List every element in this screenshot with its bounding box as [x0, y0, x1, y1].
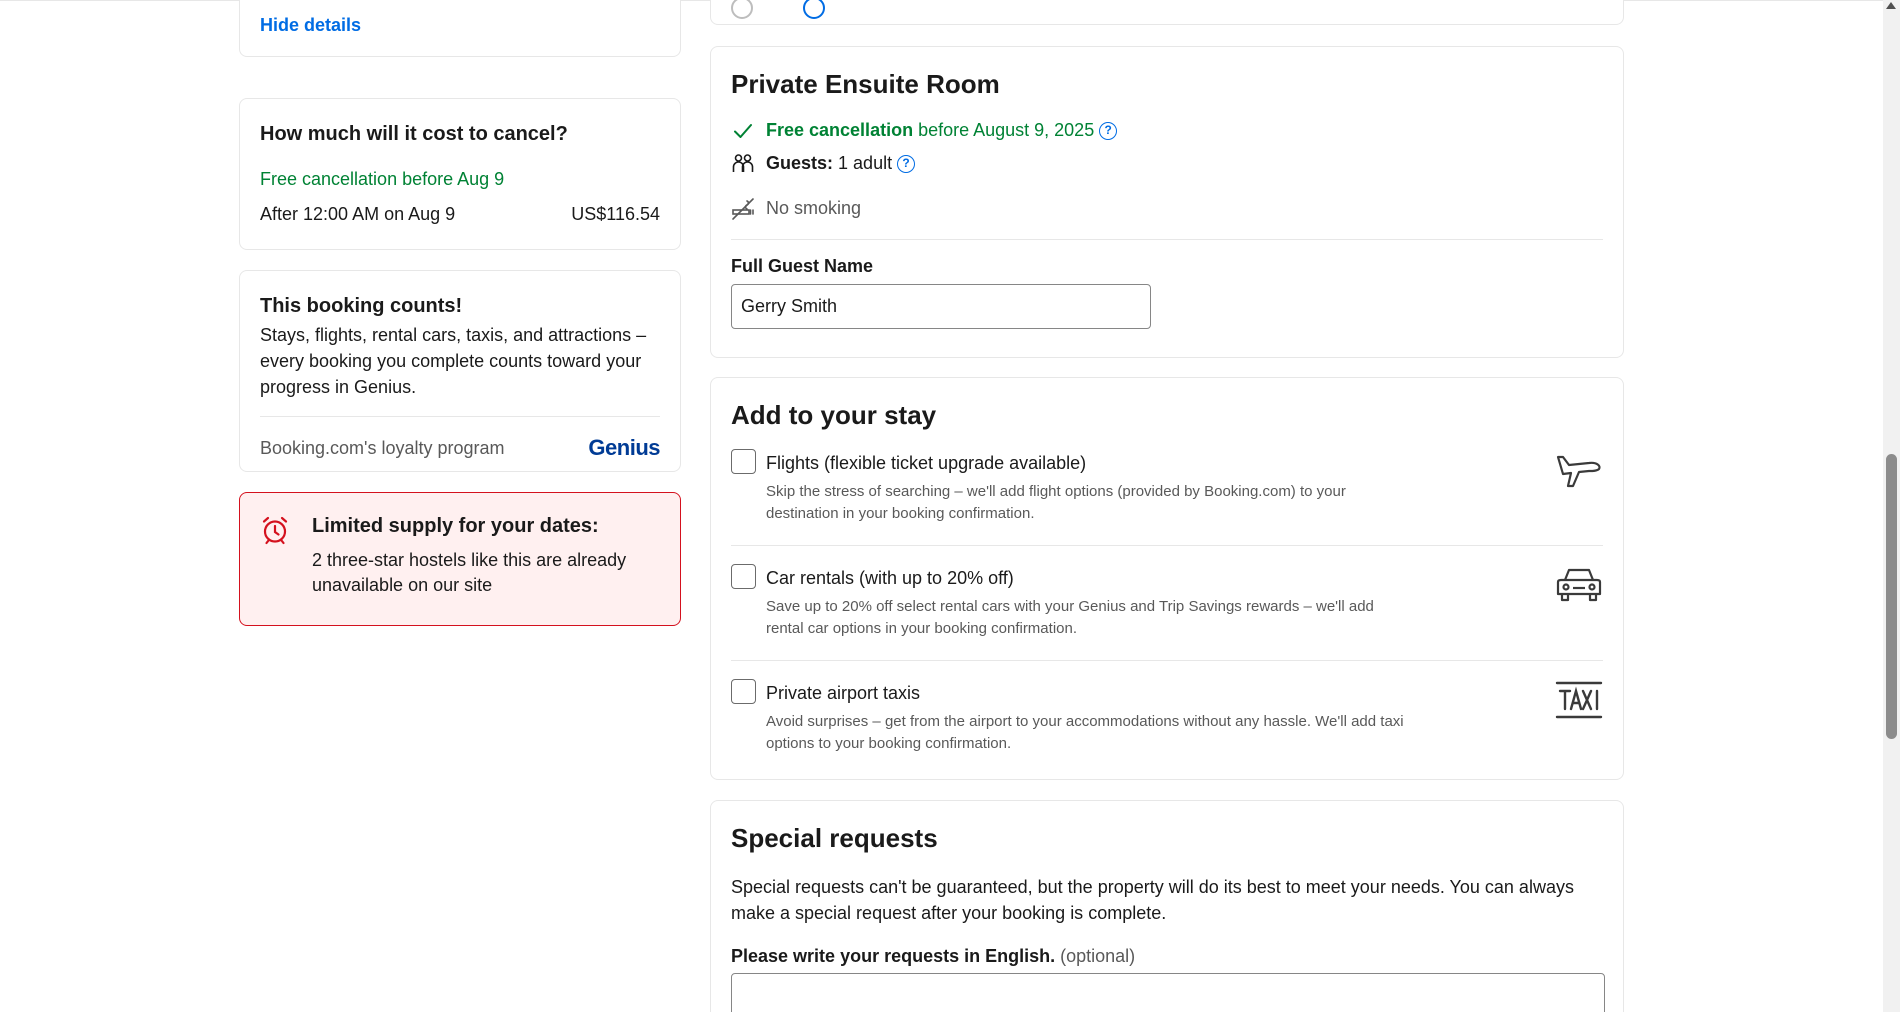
special-requests-textarea[interactable] — [731, 973, 1605, 1012]
radio-button-selected[interactable] — [803, 0, 825, 19]
guest-name-label: Full Guest Name — [731, 256, 874, 276]
limited-supply-alert: Limited supply for your dates: 2 three-s… — [239, 492, 681, 626]
scrollbar-thumb[interactable] — [1886, 454, 1897, 739]
special-requests-card: Special requests Special requests can't … — [710, 800, 1624, 1012]
details-card: Hide details — [239, 0, 681, 57]
room-card: Private Ensuite Room Free cancellation b… — [710, 46, 1624, 358]
cancellation-fee-label: After 12:00 AM on Aug 9 — [260, 204, 456, 224]
flights-option: Flights (flexible ticket upgrade availab… — [731, 431, 1603, 546]
cancellation-fee-row: After 12:00 AM on Aug 9 US$116.54 — [260, 204, 660, 225]
flights-checkbox[interactable] — [731, 449, 756, 474]
special-requests-body: Special requests can't be guaranteed, bu… — [731, 877, 1574, 923]
guests-value: 1 adult — [838, 153, 893, 173]
hide-details-link[interactable]: Hide details — [260, 15, 361, 36]
cancellation-title: How much will it cost to cancel? — [260, 123, 568, 145]
no-smoking-text: No smoking — [766, 198, 862, 218]
checkmark-icon — [734, 123, 752, 138]
alarm-clock-icon — [262, 516, 288, 545]
car-rentals-description: Save up to 20% off select rental cars wi… — [766, 598, 1374, 637]
airport-taxis-description: Avoid surprises – get from the airport t… — [766, 713, 1404, 752]
car-rentals-checkbox[interactable] — [731, 564, 756, 589]
guests-feature: Guests: 1 adult ? — [731, 153, 1603, 174]
guests-label: Guests: — [766, 153, 834, 173]
genius-title: This booking counts! — [260, 295, 463, 317]
limited-supply-body: 2 three-star hostels like this are alrea… — [312, 550, 627, 595]
cancellation-fee-price: US$116.54 — [571, 204, 660, 224]
free-cancellation-date: before August 9, 2025 — [918, 120, 1095, 140]
loyalty-program-text: Booking.com's loyalty program — [260, 437, 505, 458]
free-cancellation-text: Free cancellation before Aug 9 — [260, 169, 505, 189]
divider — [731, 239, 1603, 240]
genius-card: This booking counts! Stays, flights, ren… — [239, 270, 681, 472]
flights-description: Skip the stress of searching – we'll add… — [766, 483, 1346, 522]
genius-logo: Genius — [588, 435, 660, 460]
guests-icon — [732, 153, 754, 172]
special-requests-label: Please write your requests in English. (… — [731, 946, 1603, 967]
car-icon — [1556, 568, 1602, 602]
cancellation-cost-card: How much will it cost to cancel? Free ca… — [239, 98, 681, 250]
guest-name-input[interactable]: Gerry Smith — [731, 284, 1151, 329]
no-smoking-feature: No smoking — [731, 197, 1603, 220]
optional-text: (optional) — [1060, 946, 1136, 966]
special-requests-label-text: Please write your requests in English. — [731, 946, 1056, 966]
limited-supply-title: Limited supply for your dates: — [312, 515, 599, 537]
special-requests-title: Special requests — [731, 823, 938, 853]
airport-taxis-option: Private airport taxis Avoid surprises – … — [731, 661, 1603, 775]
scroll-up-arrow-icon[interactable] — [1886, 2, 1896, 9]
radio-button[interactable] — [731, 0, 753, 19]
car-rentals-option: Car rentals (with up to 20% off) Save up… — [731, 546, 1603, 661]
help-icon[interactable]: ? — [1099, 121, 1118, 140]
genius-body: Stays, flights, rental cars, taxis, and … — [260, 325, 647, 397]
genius-footer: Booking.com's loyalty program Genius — [260, 435, 660, 461]
airport-taxis-label: Private airport taxis — [766, 683, 921, 703]
free-cancellation-bold: Free cancellation — [766, 120, 914, 140]
free-cancellation-feature: Free cancellation before August 9, 2025 … — [731, 120, 1603, 141]
add-to-stay-title: Add to your stay — [731, 400, 937, 430]
no-smoking-icon — [732, 197, 754, 220]
airport-taxis-checkbox[interactable] — [731, 679, 756, 704]
airplane-icon — [1556, 455, 1601, 488]
taxi-icon — [1555, 681, 1603, 719]
divider — [260, 416, 660, 417]
previous-room-card — [710, 0, 1624, 25]
help-icon[interactable]: ? — [897, 154, 916, 173]
car-rentals-label: Car rentals (with up to 20% off) — [766, 568, 1014, 588]
add-to-stay-card: Add to your stay Flights (flexible ticke… — [710, 377, 1624, 780]
vertical-scrollbar[interactable] — [1883, 0, 1900, 1012]
flights-label: Flights (flexible ticket upgrade availab… — [766, 453, 1087, 473]
room-title: Private Ensuite Room — [731, 69, 1000, 99]
